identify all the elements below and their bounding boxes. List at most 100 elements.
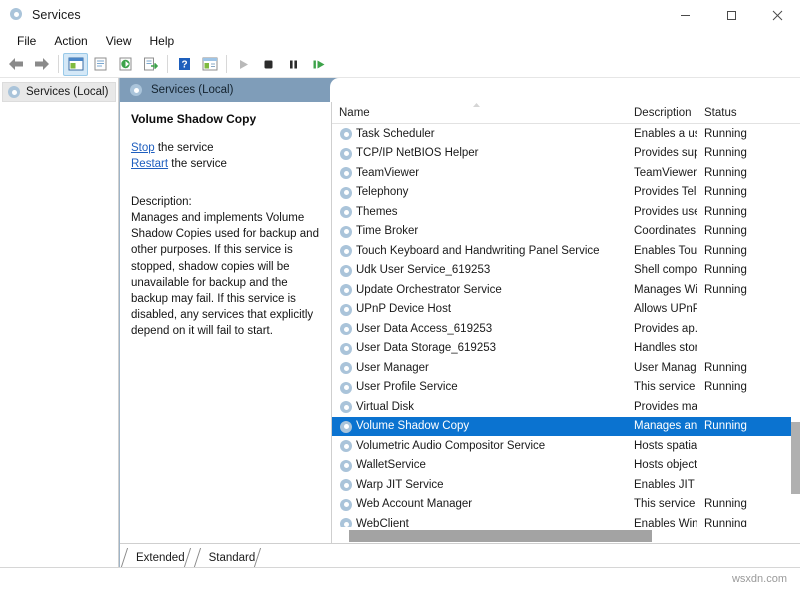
table-row[interactable]: Udk User Service_619253Shell compo...Run… [332, 261, 800, 281]
cell-service-description: TeamViewer ... [627, 167, 697, 179]
services-gear-icon [339, 361, 352, 374]
table-row[interactable]: Web Account ManagerThis service i...Runn… [332, 495, 800, 515]
service-name-label: User Data Storage_619253 [356, 342, 496, 354]
description-label: Description: [131, 194, 319, 210]
cell-service-name: User Data Access_619253 [332, 322, 627, 335]
stop-service-button[interactable] [256, 53, 281, 76]
cell-service-description: Provides ma... [627, 401, 697, 413]
cell-service-name: UPnP Device Host [332, 303, 627, 316]
table-row[interactable]: Volume Shadow CopyManages an...Running [332, 417, 800, 437]
table-row[interactable]: Virtual DiskProvides ma... [332, 397, 800, 417]
window-controls [662, 0, 800, 30]
horizontal-scrollbar-thumb[interactable] [349, 530, 652, 542]
stop-service-link[interactable]: Stop [131, 142, 155, 154]
services-gear-icon [339, 322, 352, 335]
back-button[interactable] [4, 53, 29, 76]
service-name-label: User Manager [356, 362, 429, 374]
cell-service-name: Warp JIT Service [332, 478, 627, 491]
vertical-scrollbar-thumb[interactable] [791, 422, 800, 494]
table-row[interactable]: User Data Access_619253Provides ap... [332, 319, 800, 339]
table-row[interactable]: TelephonyProvides Tel...Running [332, 183, 800, 203]
sidebar-item-services-local[interactable]: Services (Local) [2, 82, 116, 102]
table-row[interactable]: TeamViewerTeamViewer ...Running [332, 163, 800, 183]
services-gear-icon [339, 439, 352, 452]
table-row[interactable]: Volumetric Audio Compositor ServiceHosts… [332, 436, 800, 456]
cell-service-name: WebClient [332, 517, 627, 527]
cell-service-description: This service i... [627, 498, 697, 510]
table-row[interactable]: User Profile ServiceThis service i...Run… [332, 378, 800, 398]
cell-service-description: Enables Tou... [627, 245, 697, 257]
console-pane: Services (Local) Volume Shadow Copy Stop… [119, 78, 800, 567]
cell-service-description: This service i... [627, 381, 697, 393]
table-row[interactable]: Touch Keyboard and Handwriting Panel Ser… [332, 241, 800, 261]
horizontal-scrollbar[interactable] [332, 527, 800, 543]
minimize-icon[interactable] [662, 0, 708, 30]
cell-service-description: Shell compo... [627, 264, 697, 276]
services-rows: Task SchedulerEnables a us...RunningTCP/… [332, 124, 800, 527]
services-gear-icon [339, 517, 352, 527]
start-service-button[interactable] [231, 53, 256, 76]
table-row[interactable]: TCP/IP NetBIOS HelperProvides sup...Runn… [332, 144, 800, 164]
view-tabs: Extended Standard [120, 544, 265, 567]
table-row[interactable]: Task SchedulerEnables a us...Running [332, 124, 800, 144]
cell-service-name: Udk User Service_619253 [332, 264, 627, 277]
table-row[interactable]: Update Orchestrator ServiceManages Wi...… [332, 280, 800, 300]
table-row[interactable]: Warp JIT ServiceEnables JIT c... [332, 475, 800, 495]
refresh-button[interactable] [113, 53, 138, 76]
cell-service-name: Telephony [332, 186, 627, 199]
toolbar-separator [167, 55, 168, 73]
cell-service-name: User Data Storage_619253 [332, 342, 627, 355]
menu-file[interactable]: File [8, 32, 45, 50]
cell-service-description: User Manag... [627, 362, 697, 374]
pause-service-button[interactable] [281, 53, 306, 76]
column-header-description[interactable]: Description [627, 107, 697, 119]
service-name-label: User Profile Service [356, 381, 458, 393]
cell-service-name: Volumetric Audio Compositor Service [332, 439, 627, 452]
service-name-label: Udk User Service_619253 [356, 264, 490, 276]
forward-button[interactable] [29, 53, 54, 76]
service-name-label: Warp JIT Service [356, 479, 444, 491]
menu-action[interactable]: Action [45, 32, 96, 50]
service-name-label: Task Scheduler [356, 128, 435, 140]
help-button[interactable]: ? [172, 53, 197, 76]
menu-view[interactable]: View [97, 32, 141, 50]
column-header-status[interactable]: Status [697, 107, 755, 119]
export-list-button[interactable] [138, 53, 163, 76]
toolbar-separator [58, 55, 59, 73]
vertical-scrollbar[interactable] [791, 124, 800, 527]
sidebar-item-label: Services (Local) [26, 86, 108, 98]
services-gear-icon [339, 478, 352, 491]
show-action-pane-button[interactable] [197, 53, 222, 76]
window-title: Services [32, 8, 81, 22]
table-row[interactable]: ThemesProvides use...Running [332, 202, 800, 222]
restart-service-button[interactable] [306, 53, 331, 76]
close-icon[interactable] [754, 0, 800, 30]
tab-extended[interactable]: Extended [122, 548, 195, 567]
view-tab-strip: Extended Standard [120, 543, 800, 567]
cell-service-name: User Profile Service [332, 381, 627, 394]
services-gear-icon [339, 264, 352, 277]
services-gear-icon [129, 83, 143, 97]
table-row[interactable]: Time BrokerCoordinates ...Running [332, 222, 800, 242]
column-header-name[interactable]: Name [332, 107, 627, 119]
show-hide-console-tree-button[interactable] [63, 53, 88, 76]
tab-standard[interactable]: Standard [195, 548, 266, 567]
restart-service-link[interactable]: Restart [131, 158, 168, 170]
services-gear-icon [339, 147, 352, 160]
stop-service-suffix: the service [155, 142, 214, 154]
table-row[interactable]: User Data Storage_619253Handles stor... [332, 339, 800, 359]
maximize-icon[interactable] [708, 0, 754, 30]
detail-service-name: Volume Shadow Copy [131, 112, 319, 126]
table-row[interactable]: WebClientEnables Win...Running [332, 514, 800, 527]
service-name-label: Web Account Manager [356, 498, 472, 510]
menu-help[interactable]: Help [141, 32, 184, 50]
table-row[interactable]: UPnP Device HostAllows UPnP ... [332, 300, 800, 320]
properties-button[interactable] [88, 53, 113, 76]
services-gear-icon [339, 342, 352, 355]
cell-service-status: Running [697, 128, 755, 140]
console-tree-pane: Services (Local) [0, 78, 119, 567]
cell-service-description: Provides ap... [627, 323, 697, 335]
table-row[interactable]: User ManagerUser Manag...Running [332, 358, 800, 378]
table-row[interactable]: WalletServiceHosts object... [332, 456, 800, 476]
service-name-label: TeamViewer [356, 167, 419, 179]
